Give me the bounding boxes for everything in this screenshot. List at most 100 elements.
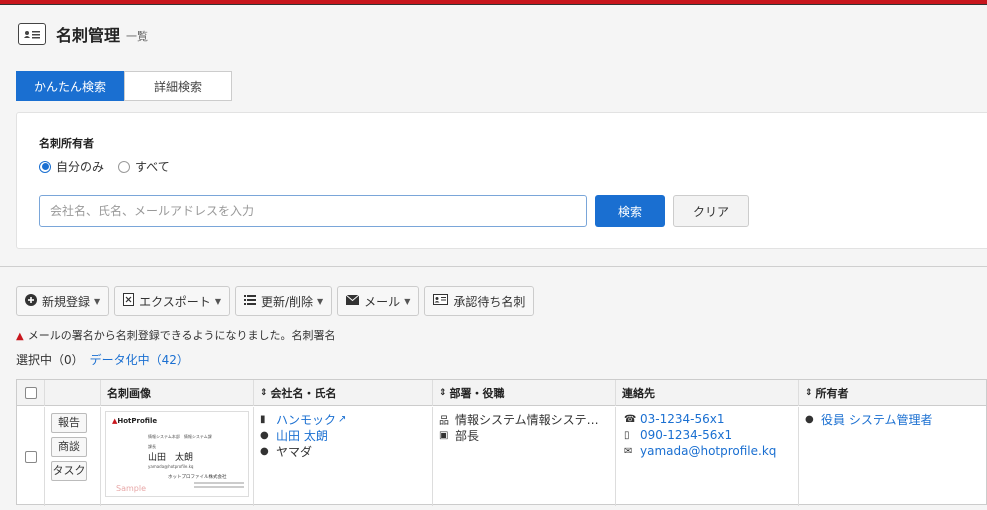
building-icon: ▮ — [260, 413, 266, 425]
update-delete-button[interactable]: 更新/削除 ▼ — [234, 286, 333, 316]
caret-down-icon: ▼ — [94, 296, 101, 306]
card-name-text: 山田 太朗 — [148, 453, 194, 463]
row-image-cell: ▲HotProfile 情報システム本部 情報システム課 課長 山田 太朗 ya… — [101, 407, 254, 506]
header-company-label: 会社名・氏名 — [270, 387, 337, 400]
user-icon: ● — [805, 413, 814, 425]
id-card-icon: ▣ — [439, 429, 449, 441]
clear-button[interactable]: クリア — [673, 195, 749, 227]
card-detail-line — [194, 486, 244, 488]
toolbar: 新規登録 ▼ エクスポート ▼ 更新/削除 ▼ メール ▼ 承認待ち名刺 — [16, 286, 539, 316]
pending-cards-button[interactable]: 承認待ち名刺 — [424, 286, 535, 316]
header-department[interactable]: ⇕ 部署・役職 — [433, 380, 616, 406]
owner-link[interactable]: 役員 システム管理者 — [821, 411, 932, 428]
search-button[interactable]: 検索 — [595, 195, 665, 227]
radio-checked-icon — [39, 160, 51, 173]
person-name-link[interactable]: 山田 太朗 — [276, 427, 328, 444]
card-company-text: ホットプロファイル株式会社 — [168, 475, 227, 480]
page-subtitle: 一覧 — [126, 29, 149, 43]
page-header: 名刺管理 一覧 — [18, 22, 148, 46]
tab-advanced-search[interactable]: 詳細検索 — [124, 71, 232, 101]
row-department-cell: 品情報システム情報システ… ▣ 部長 — [433, 407, 616, 506]
radio-mine-only[interactable]: 自分のみ — [39, 158, 104, 175]
radio-all[interactable]: すべて — [118, 158, 170, 175]
caret-down-icon: ▼ — [404, 296, 411, 306]
new-register-button[interactable]: 新規登録 ▼ — [16, 286, 110, 316]
card-email-text: yamada@hotprofile.kq — [148, 464, 194, 469]
user-icon: ● — [260, 445, 269, 457]
header-owner-label: 所有者 — [815, 387, 849, 400]
person-kana: ヤマダ — [276, 444, 313, 459]
external-link-icon[interactable]: ↗ — [338, 414, 346, 425]
tab-simple-search[interactable]: かんたん検索 — [16, 71, 124, 101]
selected-count: 選択中（0） — [16, 353, 84, 367]
mail-label: メール — [364, 294, 401, 309]
deal-button[interactable]: 商談 — [51, 437, 87, 457]
card-logo: ▲HotProfile — [112, 417, 157, 425]
table-header: 名刺画像 ⇕ 会社名・氏名 ⇕ 部署・役職 連絡先 ⇕ 所有者 — [17, 380, 986, 406]
org-chart-icon: 品 — [439, 415, 449, 427]
mail-button[interactable]: メール ▼ — [337, 286, 420, 316]
select-all-checkbox[interactable] — [24, 387, 37, 399]
row-contact-cell: ☎ 03-1234-56x1 ▯ 090-1234-56x1 ✉ yamada@hot… — [616, 407, 799, 506]
search-tabs: かんたん検索 詳細検索 — [16, 71, 232, 101]
position-text: 部長 — [455, 428, 480, 443]
new-register-label: 新規登録 — [42, 294, 91, 309]
pending-cards-label: 承認待ち名刺 — [453, 294, 526, 309]
user-icon: ● — [260, 429, 269, 441]
report-button[interactable]: 報告 — [51, 413, 87, 433]
owner-label: 名刺所有者 — [39, 137, 94, 150]
row-select-cell — [17, 407, 45, 506]
header-department-label: 部署・役職 — [449, 387, 505, 400]
search-panel: 名刺所有者 自分のみ すべて 検索 クリア — [16, 112, 987, 249]
business-card-thumbnail[interactable]: ▲HotProfile 情報システム本部 情報システム課 課長 山田 太朗 ya… — [105, 411, 249, 497]
radio-label: すべて — [135, 160, 170, 174]
section-divider — [0, 266, 987, 267]
selection-status: 選択中（0） データ化中（42） — [16, 351, 189, 368]
id-card-icon — [433, 294, 449, 308]
email-link[interactable]: yamada@hotprofile.kq — [640, 444, 776, 458]
row-company-cell: ▮ ハンモック ↗ ● 山田 太朗 ● ヤマダ — [254, 407, 433, 506]
row-checkbox[interactable] — [24, 450, 37, 463]
export-button[interactable]: エクスポート ▼ — [114, 286, 230, 316]
processing-link[interactable]: データ化中（42） — [90, 353, 189, 367]
owner-radio-group: 自分のみ すべて — [39, 158, 184, 175]
company-link[interactable]: ハンモック — [276, 411, 336, 428]
card-sample-watermark: Sample — [116, 484, 146, 493]
card-detail-line — [194, 482, 244, 484]
phone-icon: ☎ — [624, 413, 637, 425]
header-contact: 連絡先 — [616, 380, 799, 406]
business-card-table: 名刺画像 ⇕ 会社名・氏名 ⇕ 部署・役職 連絡先 ⇕ 所有者 報告 商談 タスク ▲… — [16, 379, 987, 506]
business-card-icon — [18, 23, 46, 45]
sort-icon: ⇕ — [439, 388, 447, 398]
search-input[interactable] — [39, 195, 587, 227]
mobile-icon: ▯ — [624, 429, 630, 441]
top-brand-bar — [0, 0, 987, 5]
department-text: 情報システム情報システ… — [455, 412, 599, 427]
envelope-icon — [345, 294, 360, 308]
sort-icon: ⇕ — [805, 388, 813, 398]
header-select-all-cell — [17, 380, 45, 406]
page-title: 名刺管理 — [56, 26, 121, 45]
envelope-icon: ✉ — [624, 445, 633, 457]
row-owner-cell: ● 役員 システム管理者 — [799, 407, 986, 506]
export-label: エクスポート — [139, 294, 211, 309]
task-button[interactable]: タスク — [51, 461, 87, 481]
list-icon — [243, 294, 256, 308]
card-dept-text: 情報システム本部 情報システム課 — [148, 434, 212, 439]
header-company[interactable]: ⇕ 会社名・氏名 — [254, 380, 433, 406]
row-actions-cell: 報告 商談 タスク — [45, 407, 101, 506]
caret-down-icon: ▼ — [317, 296, 324, 306]
plus-circle-icon — [25, 293, 37, 309]
mobile-link[interactable]: 090-1234-56x1 — [640, 428, 732, 442]
update-delete-label: 更新/削除 — [260, 294, 314, 309]
header-image: 名刺画像 — [101, 380, 254, 406]
triangle-up-icon: ▲ — [16, 331, 24, 342]
radio-label: 自分のみ — [56, 160, 105, 174]
caret-down-icon: ▼ — [214, 296, 221, 306]
sort-icon: ⇕ — [260, 388, 268, 398]
header-actions-cell — [45, 380, 101, 406]
phone-link[interactable]: 03-1234-56x1 — [640, 412, 724, 426]
header-owner[interactable]: ⇕ 所有者 — [799, 380, 986, 406]
notice-message: ▲ メールの署名から名刺登録できるようになりました。名刺署名 — [16, 327, 335, 343]
card-logo-text: HotProfile — [117, 417, 158, 425]
